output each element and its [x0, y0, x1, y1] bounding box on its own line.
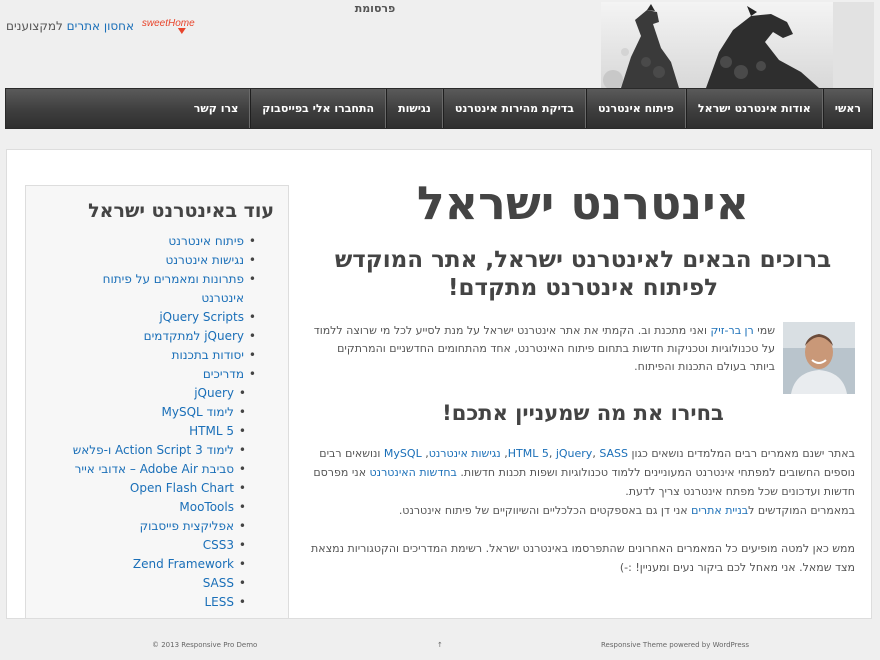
sidebar-item[interactable]: נגישות אינטרנט — [26, 251, 256, 270]
sponsor-text: למקצוענים — [6, 19, 63, 33]
intro-paragraph: שמי רן בר-זיק ואני מתכנת וב. הקמתי את את… — [313, 324, 775, 373]
sidebar-list: פיתוח אינטרנט נגישות אינטרנט פתרונות ומא… — [26, 232, 288, 612]
link-internet-news[interactable]: בחדשות האינטרנט — [370, 466, 457, 479]
link-accessibility[interactable]: נגישות אינטרנט — [429, 447, 501, 460]
body-text: באתר ישנם מאמרים רבים המלמדים נושאים כגו… — [311, 444, 855, 577]
guide-item[interactable]: SASS — [26, 574, 246, 593]
guide-item[interactable]: לימוד Action Script 3 ו-פלאש — [26, 441, 246, 460]
link-mysql[interactable]: MySQL — [384, 447, 422, 460]
sponsor-link[interactable]: אחסון אתרים — [67, 19, 134, 33]
header-camels-image — [601, 2, 874, 88]
copyright-text: © 2013 Responsive Pro Demo — [152, 641, 258, 649]
link-sass[interactable]: SASS — [599, 447, 628, 460]
guide-item[interactable]: סביבת Adobe Air – אדובי אייר — [26, 460, 246, 479]
site-header: פרסומת sweetHome אחסון אתרים למקצוענים — [0, 0, 880, 90]
choose-heading: בחירו את מה שמעניין אתכם! — [442, 401, 724, 425]
page-title: אינטרנט ישראל — [416, 176, 750, 230]
guide-item[interactable]: MooTools — [26, 498, 246, 517]
sidebar-item[interactable]: יסודות בתכנות — [26, 346, 256, 365]
content-card: אינטרנט ישראל ברוכים הבאים לאינטרנט ישרא… — [6, 149, 872, 619]
nav-item-accessibility[interactable]: נגישות — [386, 89, 443, 128]
guide-item[interactable]: jQuery — [26, 384, 246, 403]
nav-item-about[interactable]: אודות אינטרנט ישראל — [685, 89, 823, 128]
author-photo-illustration — [783, 322, 855, 394]
advertisement-label: פרסומת — [354, 2, 396, 15]
site-footer: © 2013 Responsive Pro Demo ↑ Responsive … — [0, 619, 880, 660]
nav-item-speed-test[interactable]: בדיקת מהירות אינטרנט — [442, 89, 586, 128]
welcome-heading: ברוכים הבאים לאינטרנט ישראל, אתר המוקדש … — [334, 247, 832, 301]
guide-item[interactable]: Zend Framework — [26, 555, 246, 574]
author-intro: שמי רן בר-זיק ואני מתכנת וב. הקמתי את את… — [311, 322, 855, 396]
sidebar-item[interactable]: jQuery למתקדמים — [26, 327, 256, 346]
sidebar-item[interactable]: פתרונות ומאמרים על פיתוח — [26, 270, 256, 289]
nav-item-home[interactable]: ראשי — [822, 89, 872, 128]
main-content: אינטרנט ישראל ברוכים הבאים לאינטרנט ישרא… — [311, 178, 855, 577]
guides-list: jQuery לימוד MySQL HTML 5 לימוד Action S… — [26, 384, 247, 612]
sidebar-title: עוד באינטרנט ישראל — [88, 200, 274, 222]
nav-item-contact[interactable]: צרו קשר — [183, 89, 251, 128]
guide-item[interactable]: LESS — [26, 593, 246, 612]
sidebar: עוד באינטרנט ישראל פיתוח אינטרנט נגישות … — [25, 185, 289, 618]
nav-item-facebook[interactable]: התחברו אלי בפייסבוק — [250, 89, 387, 128]
sponsor-logo[interactable]: sweetHome — [142, 18, 195, 29]
guide-item[interactable]: CSS3 — [26, 536, 246, 555]
sidebar-item[interactable]: פיתוח אינטרנט — [26, 232, 256, 251]
sidebar-item[interactable]: jQuery Scripts — [26, 308, 256, 327]
nav-item-web-development[interactable]: פיתוח אינטרנט — [585, 89, 686, 128]
scroll-to-top-link[interactable]: ↑ — [437, 641, 443, 649]
guide-item[interactable]: אפליקצית פייסבוק — [26, 517, 246, 536]
link-building-websites[interactable]: בניית אתרים — [691, 504, 748, 517]
body-paragraph-latest: ממש כאן למטה מופיעים כל המאמרים האחרונים… — [311, 542, 855, 574]
sponsor-ad[interactable]: sweetHome אחסון אתרים למקצוענים — [6, 18, 195, 33]
author-name-link[interactable]: רן בר-זיק — [710, 324, 753, 337]
main-navigation: ראשי אודות אינטרנט ישראל פיתוח אינטרנט ב… — [5, 88, 873, 129]
camels-illustration — [603, 2, 874, 88]
guide-item[interactable]: Open Flash Chart — [26, 479, 246, 498]
body-paragraph: באתר ישנם מאמרים רבים המלמדים נושאים כגו… — [313, 447, 855, 498]
guide-item[interactable]: לימוד MySQL — [26, 403, 247, 422]
link-jquery[interactable]: jQuery — [556, 447, 593, 460]
body-paragraph-websites: במאמרים המוקדשים לבניית אתרים אני דן גם … — [398, 504, 855, 517]
sidebar-item-guides[interactable]: מדריכים jQuery לימוד MySQL HTML 5 לימוד … — [26, 365, 256, 612]
author-photo — [783, 322, 855, 394]
guide-item[interactable]: HTML 5 — [26, 422, 246, 441]
sidebar-item-continuation[interactable]: אינטרנט — [26, 289, 244, 308]
link-html5[interactable]: HTML 5 — [508, 447, 549, 460]
theme-credit-link[interactable]: Responsive Theme powered by WordPress — [601, 641, 749, 649]
